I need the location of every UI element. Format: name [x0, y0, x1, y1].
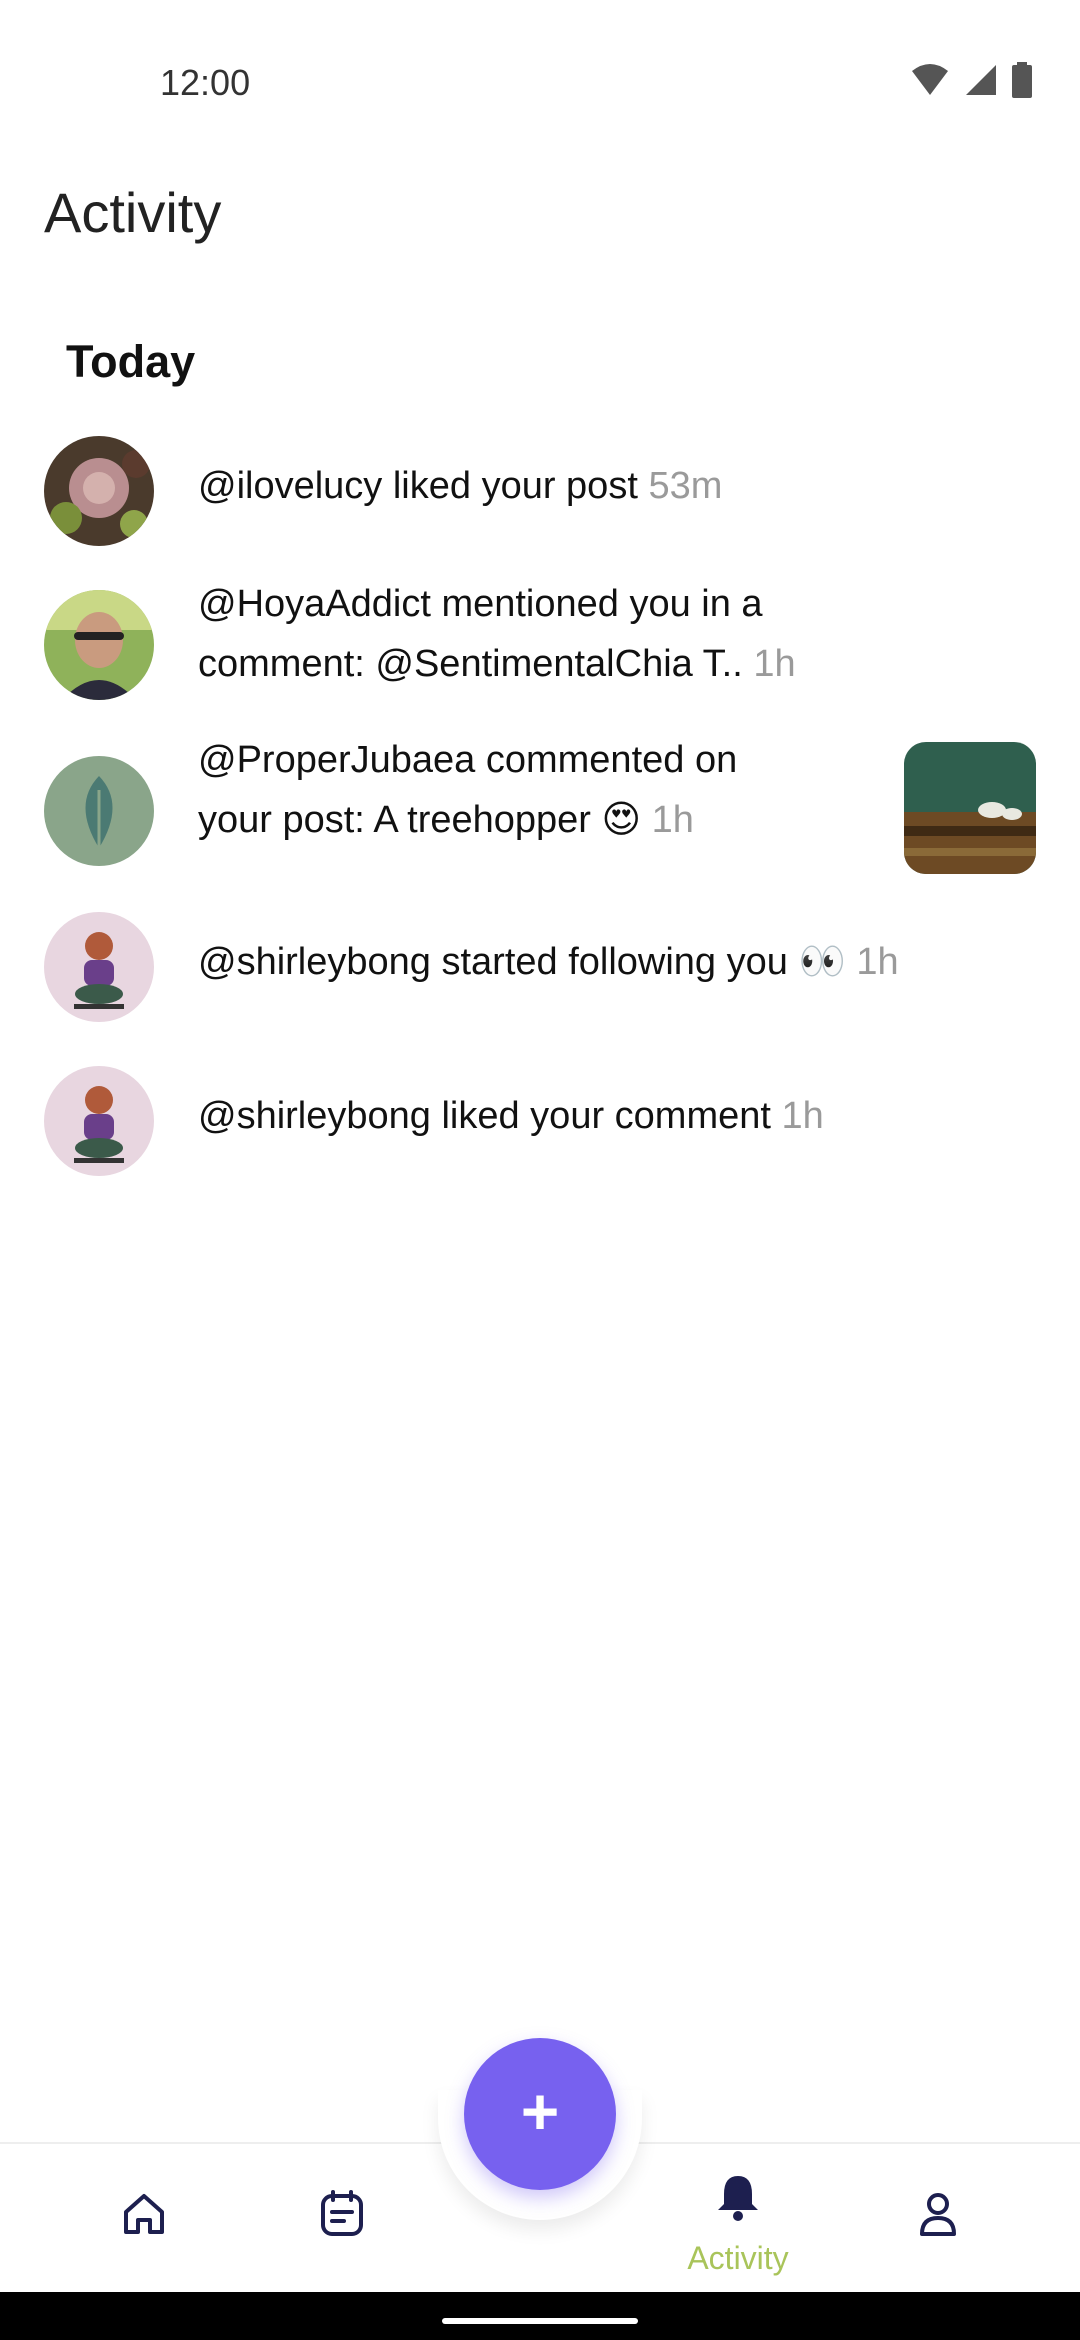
home-gesture-handle[interactable]: [442, 2318, 638, 2324]
profile-icon: [920, 2193, 956, 2236]
activity-text: @shirleybong started following you 👀 1h: [198, 941, 899, 983]
time-label: 1h: [856, 941, 899, 983]
create-post-button[interactable]: +: [464, 2038, 616, 2190]
status-icons: [910, 62, 1032, 98]
status-time: 12:00: [160, 62, 251, 103]
time-label: 53m: [648, 465, 723, 507]
cellular-signal-icon: [966, 65, 996, 95]
nav-feed[interactable]: [282, 2172, 402, 2282]
activity-item[interactable]: @ilovelucy liked your post 53m: [0, 420, 1080, 570]
activity-item[interactable]: @shirleybong started following you 👀 1h: [0, 896, 1080, 1046]
nav-activity[interactable]: Activity: [678, 2172, 798, 2282]
wifi-icon: [912, 64, 948, 95]
avatar[interactable]: [44, 756, 154, 866]
avatar[interactable]: [44, 436, 154, 546]
plus-icon: +: [520, 2073, 560, 2148]
section-title-today: Today: [66, 336, 196, 387]
time-label: 1h: [753, 643, 796, 685]
home-icon: [124, 2194, 164, 2234]
status-bar: 12:00: [0, 0, 1080, 170]
post-thumbnail[interactable]: [904, 742, 1036, 874]
activity-text: @shirleybong liked your comment 1h: [198, 1095, 824, 1137]
activity-text: @ilovelucy liked your post 53m: [198, 465, 723, 507]
avatar[interactable]: [44, 590, 154, 700]
time-label: 1h: [651, 799, 694, 841]
activity-item[interactable]: @HoyaAddict mentioned you in a comment: …: [0, 574, 1080, 724]
activity-text: @ProperJubaea commented on your post: A …: [198, 739, 738, 841]
system-gesture-bar: [0, 2292, 1080, 2340]
time-label: 1h: [781, 1095, 824, 1137]
feed-icon: [321, 2190, 363, 2236]
activity-item[interactable]: @shirleybong liked your comment 1h: [0, 1050, 1080, 1200]
activity-item[interactable]: @ProperJubaea commented on your post: A …: [0, 730, 1080, 880]
nav-home[interactable]: [84, 2172, 204, 2282]
avatar[interactable]: [44, 912, 154, 1022]
nav-profile[interactable]: [878, 2172, 998, 2282]
bell-icon: [718, 2176, 758, 2221]
nav-label-activity: Activity: [687, 2240, 789, 2276]
battery-icon: [1012, 62, 1032, 98]
avatar[interactable]: [44, 1066, 154, 1176]
activity-text: @HoyaAddict mentioned you in a comment: …: [198, 583, 796, 685]
page-title: Activity: [44, 181, 222, 244]
leaf-icon: [85, 776, 113, 848]
